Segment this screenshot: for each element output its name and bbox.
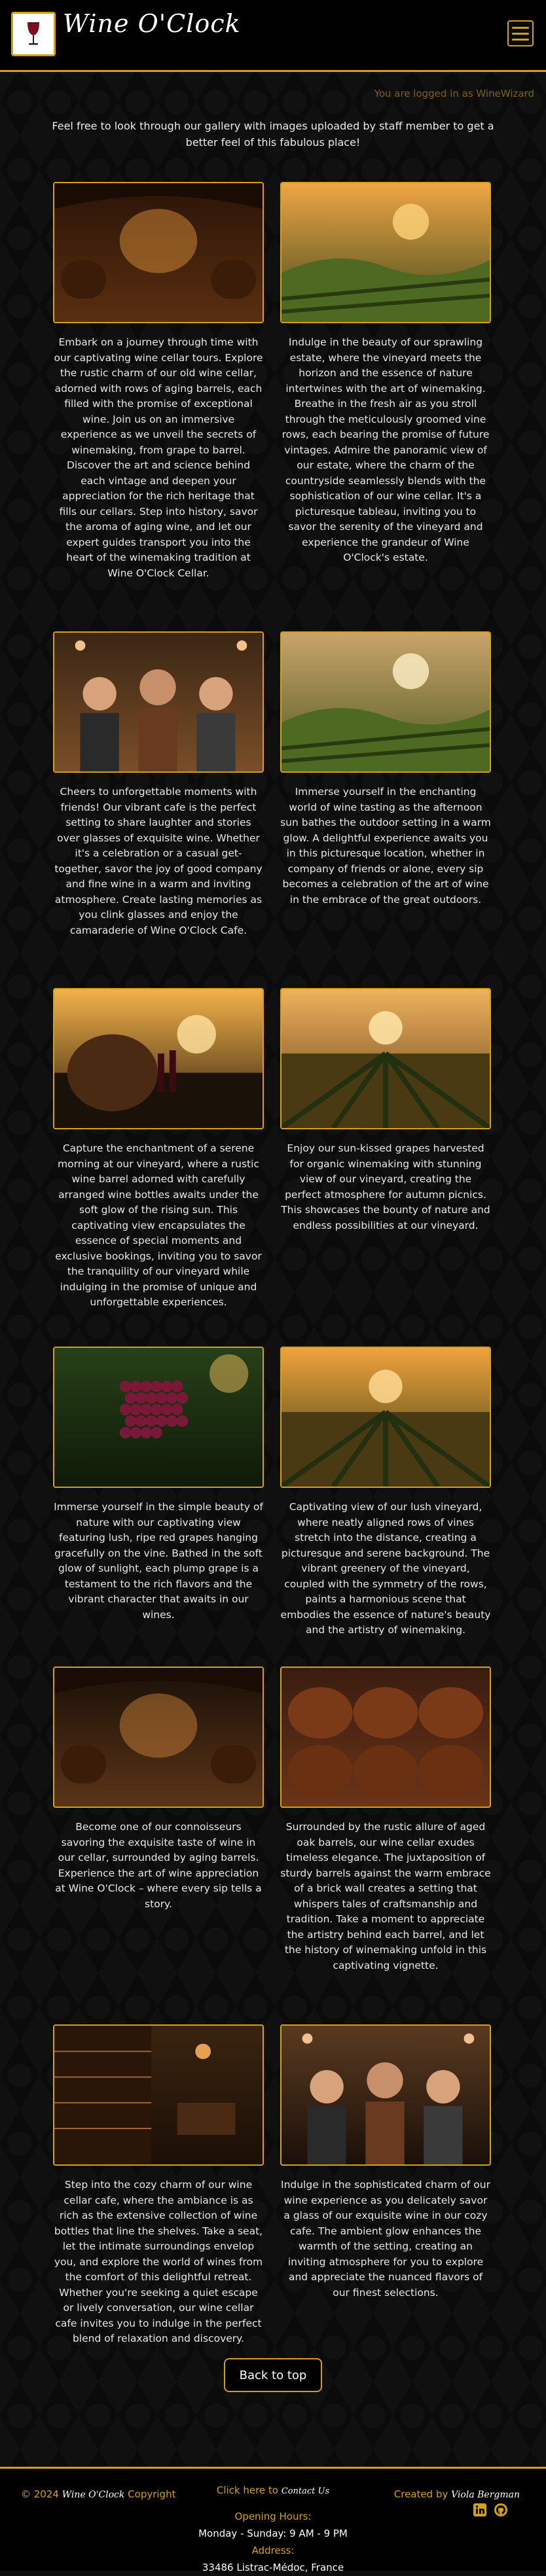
gallery-caption: Indulge in the beauty of our sprawling e… [282, 336, 490, 563]
hours-value: Monday - Sunday: 9 AM - 9 PM [198, 2528, 348, 2539]
gallery-caption: Captivating view of our lush vineyard, w… [280, 1501, 491, 1636]
gallery-caption: Immerse yourself in the simple beauty of… [54, 1501, 263, 1621]
gallery-caption: Surrounded by the rustic allure of aged … [280, 1821, 491, 1971]
gallery-caption: Become one of our connoisseurs savoring … [55, 1821, 262, 1910]
gallery-card: Enjoy our sun-kissed grapes harvested fo… [280, 988, 491, 1233]
credits: Created by Viola Bergman [394, 2488, 520, 2500]
gallery-image[interactable] [53, 631, 264, 773]
gallery-card: Embark on a journey through time with ou… [53, 182, 264, 581]
gallery-card: Immerse yourself in the simple beauty of… [53, 1347, 264, 1623]
gallery-caption: Capture the enchantment of a serene morn… [55, 1142, 262, 1308]
contact-prefix: Click here to [216, 2484, 278, 2496]
login-status: You are logged in as WineWizard [374, 88, 534, 99]
logo[interactable] [11, 12, 56, 56]
site-title[interactable]: Wine O'Clock [63, 9, 241, 38]
gallery-caption: Step into the cozy charm of our wine cel… [54, 2179, 263, 2344]
hours-label: Opening Hours: [234, 2511, 312, 2522]
footer-info: Click here to Contact Us Opening Hours: … [142, 2482, 404, 2576]
gallery-caption: Cheers to unforgettable moments with fri… [54, 786, 263, 936]
linkedin-icon[interactable] [473, 2503, 487, 2517]
gallery-card: Indulge in the beauty of our sprawling e… [280, 182, 491, 566]
gallery-image[interactable] [280, 182, 491, 323]
site-header: Wine O'Clock [0, 0, 546, 72]
contact-us-link[interactable]: Contact Us [282, 2486, 329, 2496]
created-prefix: Created by [393, 2488, 448, 2500]
gallery-caption: Embark on a journey through time with ou… [54, 336, 263, 579]
gallery-card: Become one of our connoisseurs savoring … [53, 1667, 264, 1912]
gallery-image[interactable] [280, 631, 491, 773]
contact-link[interactable]: Click here to Contact Us [142, 2482, 404, 2500]
gallery-card: Indulge in the sophisticated charm of ou… [280, 2024, 491, 2301]
gallery-image[interactable] [53, 182, 264, 323]
github-icon[interactable] [494, 2503, 508, 2517]
gallery-image[interactable] [53, 1667, 264, 1808]
gallery-card: Surrounded by the rustic allure of aged … [280, 1667, 491, 1973]
gallery-caption: Enjoy our sun-kissed grapes harvested fo… [281, 1142, 490, 1231]
gallery-image[interactable] [53, 2024, 264, 2166]
address-label: Address: [251, 2545, 295, 2556]
back-to-top-button[interactable]: Back to top [224, 2358, 322, 2392]
gallery-image[interactable] [53, 988, 264, 1129]
author-name: Viola Bergman [451, 2490, 520, 2500]
gallery-image[interactable] [280, 2024, 491, 2166]
social-icons [473, 2503, 508, 2517]
gallery-image[interactable] [280, 988, 491, 1129]
hamburger-menu-icon[interactable] [507, 20, 534, 46]
site-footer: © 2024 Wine O'Clock Copyright Click here… [0, 2467, 546, 2573]
gallery-image[interactable] [53, 1347, 264, 1488]
gallery-card: Captivating view of our lush vineyard, w… [280, 1347, 491, 1638]
gallery-image[interactable] [280, 1347, 491, 1488]
gallery-intro: Feel free to look through our gallery wi… [52, 120, 494, 149]
wine-glass-icon [16, 17, 50, 51]
copyright-brand: Wine O'Clock [62, 2490, 125, 2500]
gallery-caption: Indulge in the sophisticated charm of ou… [281, 2179, 490, 2299]
copyright-year: © 2024 [21, 2488, 59, 2500]
gallery-image[interactable] [280, 1667, 491, 1808]
address-value: 33486 Listrac-Médoc, France [202, 2562, 344, 2573]
gallery-caption: Immerse yourself in the enchanting world… [280, 786, 491, 906]
gallery-card: Capture the enchantment of a serene morn… [53, 988, 264, 1311]
gallery-card: Cheers to unforgettable moments with fri… [53, 631, 264, 938]
gallery-card: Step into the cozy charm of our wine cel… [53, 2024, 264, 2347]
gallery-card: Immerse yourself in the enchanting world… [280, 631, 491, 908]
